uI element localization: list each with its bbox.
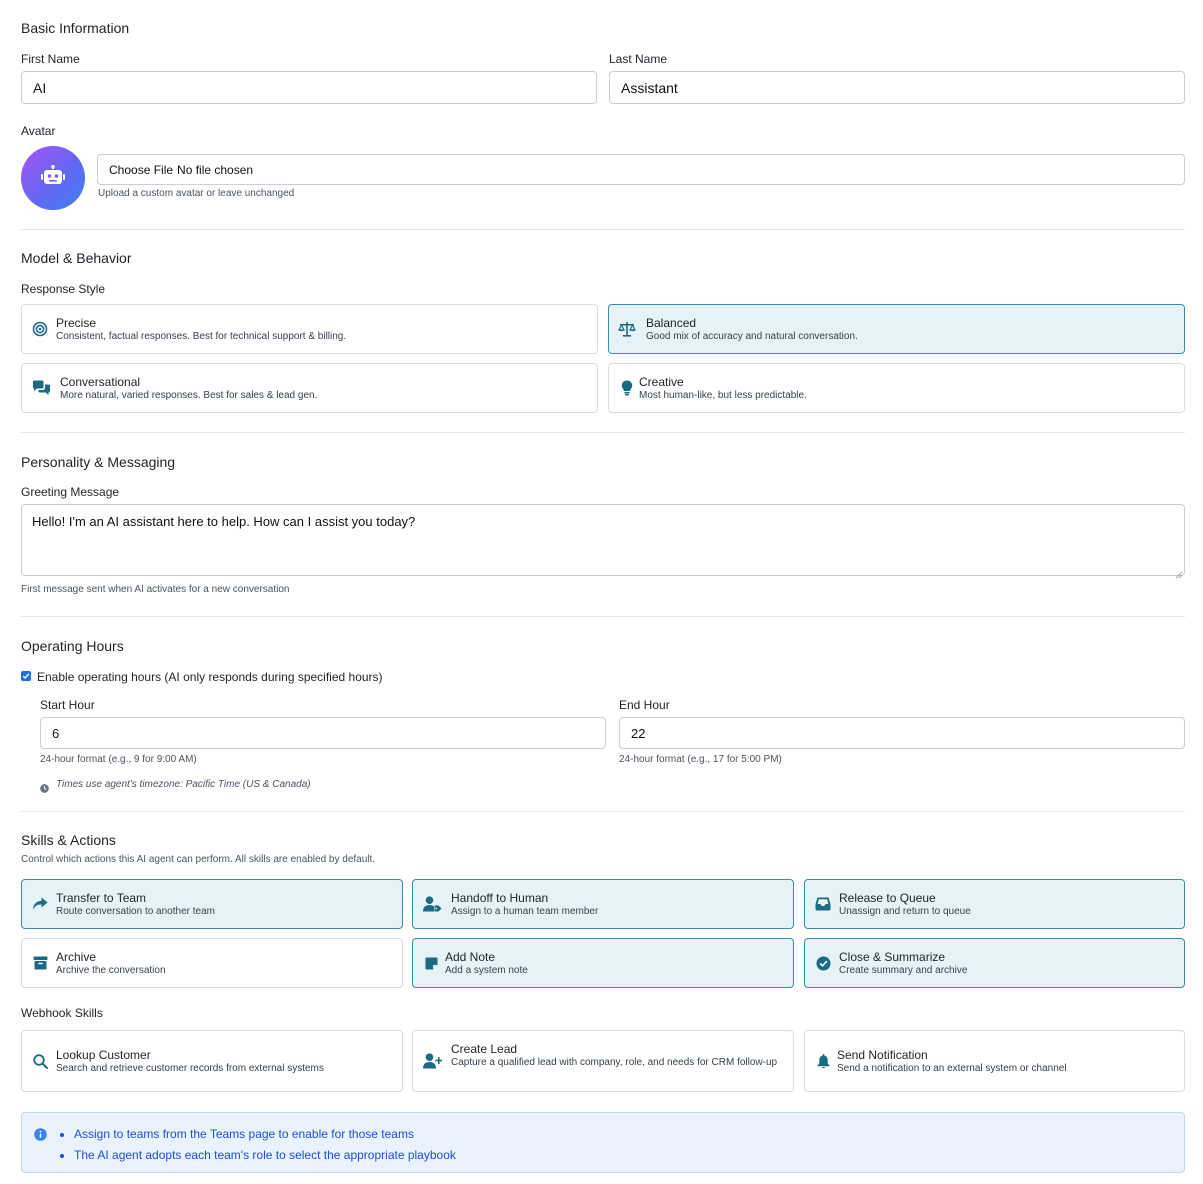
style-option-creative[interactable]: Creative Most human-like, but less predi… [608, 363, 1185, 413]
style-option-conversational[interactable]: Conversational More natural, varied resp… [21, 363, 598, 413]
archive-box-icon [31, 954, 49, 972]
skill-archive[interactable]: Archive Archive the conversation [21, 938, 403, 988]
skill-desc: Archive the conversation [56, 965, 166, 976]
user-plus-icon [422, 1052, 442, 1070]
webhook-desc: Search and retrieve customer records fro… [56, 1063, 324, 1074]
skill-handoff-to-human[interactable]: Handoff to Human Assign to a human team … [412, 879, 794, 929]
webhook-desc: Capture a qualified lead with company, r… [451, 1057, 778, 1068]
skill-title: Archive [56, 950, 97, 964]
end-hour-help: 24-hour format (e.g., 17 for 5:00 PM) [619, 754, 782, 765]
info-callout: Assign to teams from the Teams page to e… [21, 1112, 1185, 1173]
start-hour-input[interactable]: 6 [40, 717, 606, 749]
style-option-balanced[interactable]: Balanced Good mix of accuracy and natura… [608, 304, 1185, 354]
model-behavior-heading: Model & Behavior [21, 250, 132, 266]
avatar-help: Upload a custom avatar or leave unchange… [98, 188, 295, 199]
style-option-desc: Good mix of accuracy and natural convers… [646, 331, 858, 342]
first-name-label: First Name [21, 52, 80, 66]
scale-icon [618, 320, 636, 338]
enable-hours-checkbox[interactable] [21, 671, 31, 681]
divider [21, 432, 1185, 433]
robot-icon [41, 164, 65, 192]
avatar [21, 146, 85, 210]
inbox-icon [814, 895, 832, 913]
style-option-title: Balanced [646, 316, 697, 330]
skill-desc: Unassign and return to queue [839, 906, 971, 917]
skill-title: Release to Queue [839, 891, 936, 905]
sticky-note-icon [422, 954, 440, 972]
skill-title: Transfer to Team [56, 891, 147, 905]
skills-subtitle: Control which actions this AI agent can … [21, 854, 376, 865]
webhook-title: Send Notification [837, 1048, 928, 1062]
target-icon [31, 320, 49, 338]
webhook-create-lead[interactable]: Create Lead Capture a qualified lead wit… [412, 1030, 794, 1092]
start-hour-help: 24-hour format (e.g., 9 for 9:00 AM) [40, 754, 197, 765]
skill-transfer-to-team[interactable]: Transfer to Team Route conversation to a… [21, 879, 403, 929]
divider [21, 229, 1185, 230]
style-option-desc: More natural, varied responses. Best for… [60, 390, 318, 401]
last-name-value: Assistant [621, 79, 678, 96]
enable-hours-label: Enable operating hours (AI only responds… [37, 670, 383, 684]
style-option-precise[interactable]: Precise Consistent, factual responses. B… [21, 304, 598, 354]
timezone-note: Times use agent's timezone: Pacific Time… [56, 779, 311, 790]
webhook-lookup-customer[interactable]: Lookup Customer Search and retrieve cust… [21, 1030, 403, 1092]
style-option-title: Conversational [60, 375, 141, 389]
choose-file-button[interactable]: Choose File [109, 163, 173, 177]
webhook-desc: Send a notification to an external syste… [837, 1063, 1067, 1074]
bell-icon [814, 1052, 832, 1070]
info-list: Assign to teams from the Teams page to e… [74, 1127, 456, 1169]
file-status: No file chosen [177, 162, 254, 177]
first-name-value: AI [33, 79, 47, 96]
info-circle-icon [34, 1128, 47, 1146]
basic-info-heading: Basic Information [21, 20, 130, 36]
greeting-value: Hello! I'm an AI assistant here to help.… [32, 514, 416, 529]
clock-icon [40, 780, 49, 798]
skill-title: Add Note [445, 950, 496, 964]
avatar-file-input[interactable]: Choose File No file chosen [97, 154, 1185, 185]
user-tag-icon [422, 895, 442, 913]
first-name-input[interactable]: AI [21, 71, 597, 104]
webhook-skills-label: Webhook Skills [21, 1006, 103, 1020]
skill-title: Close & Summarize [839, 950, 946, 964]
style-option-desc: Most human-like, but less predictable. [639, 390, 807, 401]
webhook-title: Create Lead [451, 1042, 518, 1056]
skill-close-and-summarize[interactable]: Close & Summarize Create summary and arc… [804, 938, 1185, 988]
skill-title: Handoff to Human [451, 891, 549, 905]
info-list-item: The AI agent adopts each team's role to … [74, 1148, 456, 1162]
skill-desc: Assign to a human team member [451, 906, 599, 917]
skill-desc: Create summary and archive [839, 965, 968, 976]
personality-heading: Personality & Messaging [21, 454, 176, 470]
last-name-label: Last Name [609, 52, 668, 66]
start-hour-label: Start Hour [40, 698, 95, 712]
divider [21, 811, 1185, 812]
search-icon [31, 1052, 49, 1070]
info-list-item: Assign to teams from the Teams page to e… [74, 1127, 456, 1141]
skill-release-to-queue[interactable]: Release to Queue Unassign and return to … [804, 879, 1185, 929]
greeting-help: First message sent when AI activates for… [21, 584, 290, 595]
avatar-label: Avatar [21, 124, 56, 138]
operating-hours-heading: Operating Hours [21, 638, 124, 654]
resize-handle-icon[interactable] [1175, 566, 1183, 579]
webhook-title: Lookup Customer [56, 1048, 151, 1062]
last-name-input[interactable]: Assistant [609, 71, 1185, 104]
style-option-title: Precise [56, 316, 97, 330]
chat-bubbles-icon [31, 379, 51, 397]
share-arrow-icon [31, 895, 49, 913]
check-circle-icon [814, 954, 832, 972]
style-option-title: Creative [639, 375, 684, 389]
skills-heading: Skills & Actions [21, 832, 116, 848]
start-hour-value: 6 [52, 725, 60, 741]
response-style-label: Response Style [21, 282, 106, 296]
skill-desc: Route conversation to another team [56, 906, 215, 917]
webhook-send-notification[interactable]: Send Notification Send a notification to… [804, 1030, 1185, 1092]
greeting-textarea[interactable]: Hello! I'm an AI assistant here to help.… [21, 504, 1185, 576]
end-hour-label: End Hour [619, 698, 670, 712]
skill-add-note[interactable]: Add Note Add a system note [412, 938, 794, 988]
end-hour-value: 22 [631, 725, 646, 741]
end-hour-input[interactable]: 22 [619, 717, 1185, 749]
lightbulb-icon [618, 379, 636, 397]
greeting-label: Greeting Message [21, 485, 120, 499]
style-option-desc: Consistent, factual responses. Best for … [56, 331, 347, 342]
divider [21, 616, 1185, 617]
skill-desc: Add a system note [445, 965, 528, 976]
